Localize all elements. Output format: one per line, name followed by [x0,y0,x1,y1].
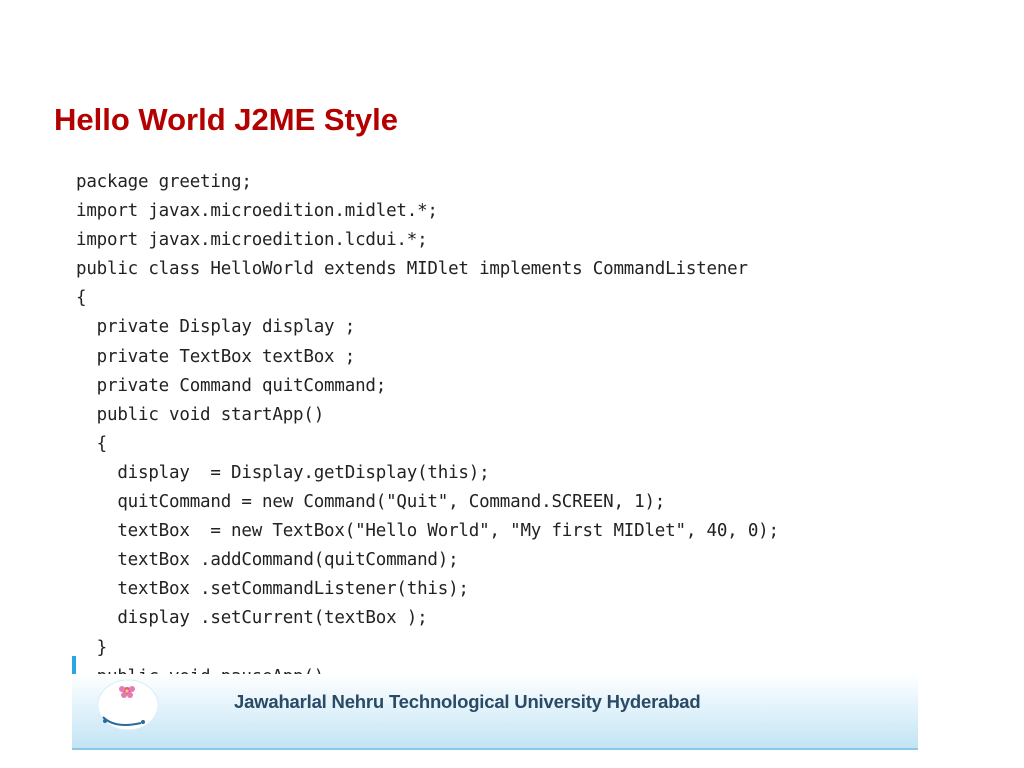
slide-title: Hello World J2ME Style [54,102,398,137]
code-line: display .setCurrent(textBox ); [76,608,428,629]
code-line: display = Display.getDisplay(this); [76,462,490,483]
code-line: public void startApp() [76,404,325,425]
code-line: { [76,433,108,454]
code-line: textBox .setCommandListener(this); [76,579,469,600]
code-line: } [76,637,108,658]
code-line: textBox .addCommand(quitCommand); [76,550,459,571]
university-name: Jawaharlal Nehru Technological Universit… [234,691,701,712]
code-line: import javax.microedition.lcdui.*; [76,230,428,251]
code-line: private TextBox textBox ; [76,346,356,367]
university-emblem-icon [97,679,159,731]
code-line: textBox = new TextBox("Hello World", "My… [76,521,779,542]
code-line: { [76,288,87,309]
code-block: package greeting; import javax.microediti… [76,168,976,676]
code-line: private Command quitCommand; [76,375,387,396]
slide: Hello World J2ME Style package greeting;… [0,0,1024,768]
code-line: private Display display ; [76,317,356,338]
code-line: import javax.microedition.midlet.*; [76,201,438,222]
code-line: quitCommand = new Command("Quit", Comman… [76,492,666,513]
code-line: public class HelloWorld extends MIDlet i… [76,259,748,280]
code-listing: package greeting; import javax.microediti… [76,168,976,676]
code-line: package greeting; [76,172,252,192]
